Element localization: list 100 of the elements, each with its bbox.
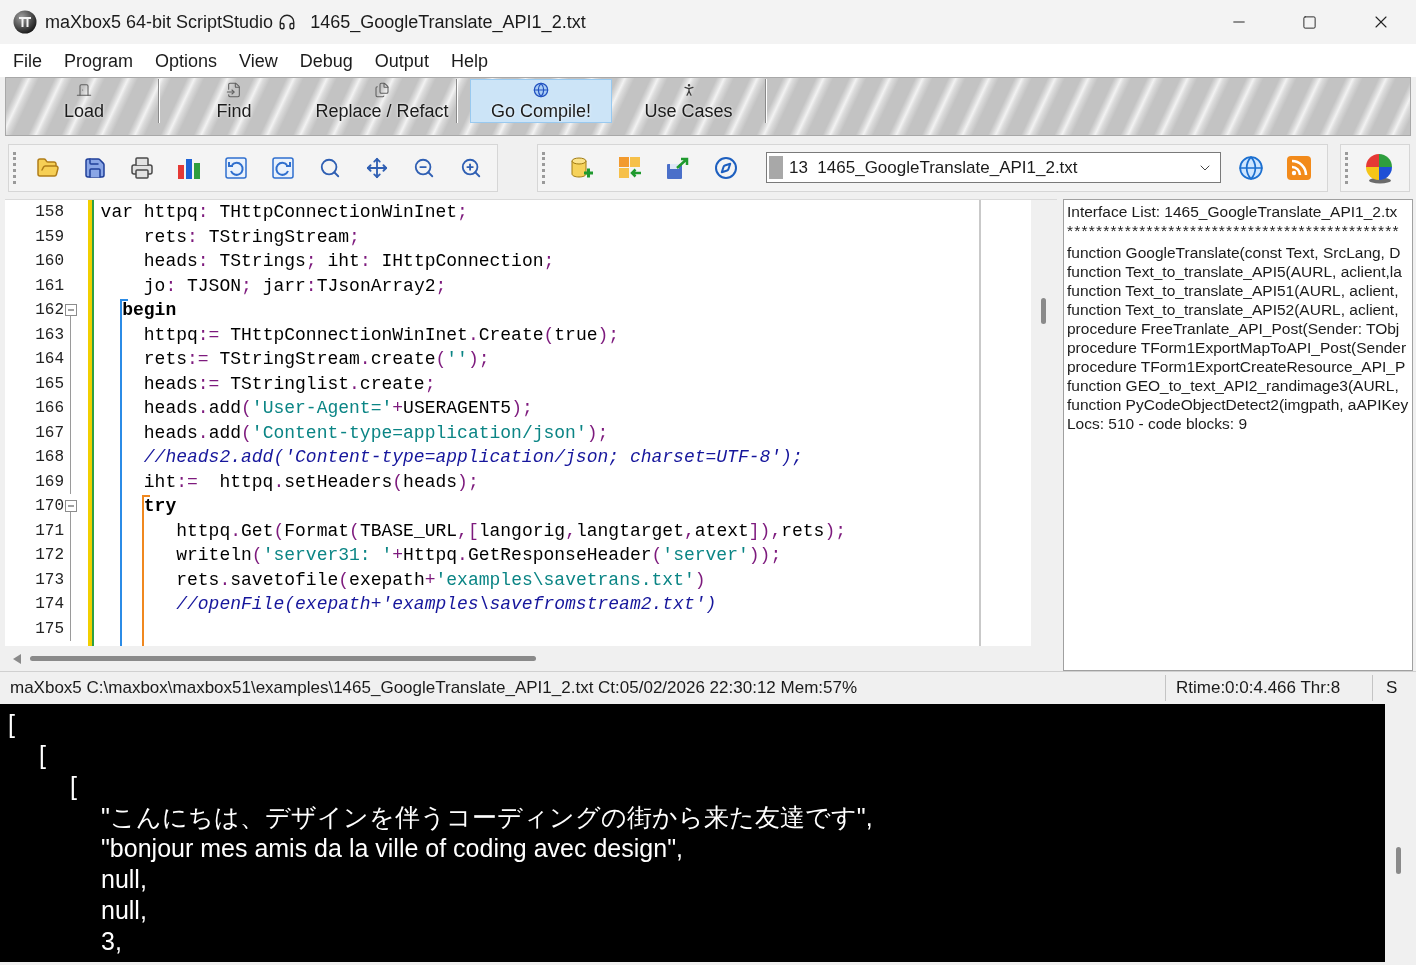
interface-entry: procedure TForm1ExportMapToAPI_Post(Sender — [1067, 338, 1407, 357]
undo-icon[interactable] — [224, 156, 247, 179]
save-icon[interactable] — [82, 155, 107, 180]
separator-stars: ********************************************** — [1067, 221, 1400, 240]
scrollbar-thumb[interactable] — [1396, 847, 1401, 874]
headphones-icon — [278, 13, 297, 31]
line-number: 167 — [35, 422, 64, 443]
menu-item[interactable]: Options — [144, 48, 229, 73]
menu-item[interactable]: Program — [53, 48, 145, 73]
search-icon[interactable] — [318, 156, 341, 179]
status-text: S — [1386, 677, 1398, 699]
interface-entry: function GEO_to_text_API2_randimage3(AURL, — [1067, 376, 1399, 395]
line-number: 160 — [35, 251, 64, 272]
menu-item[interactable]: File — [2, 48, 53, 73]
status-text: Rtime:0:0:4.466 Thr:8 — [1176, 678, 1341, 697]
line-number: 169 — [35, 471, 64, 492]
console-line: null, — [101, 895, 147, 926]
line-number: 172 — [35, 545, 64, 566]
line-number: 168 — [35, 447, 64, 468]
segmented-ball-icon[interactable] — [1363, 151, 1395, 184]
save-arrow-icon[interactable] — [666, 155, 690, 180]
toolbar-button[interactable]: Load — [10, 79, 158, 123]
app-logo-icon — [13, 10, 37, 34]
interface-entry: procedure FreeTranlate_API_Post(Sender: TObj — [1067, 319, 1400, 338]
code-line: httpq.Get(Format(TBASE_URL,[langorig,langtarget,atext]),rets); — [176, 519, 847, 542]
toolbar-button[interactable]: Go Compile! — [470, 79, 612, 123]
tiles-arrow-icon[interactable] — [618, 155, 642, 180]
rss-icon[interactable] — [1287, 155, 1311, 180]
line-number: 161 — [35, 275, 64, 296]
line-number: 170 — [35, 496, 64, 517]
interface-entry: procedure TForm1ExportCreateResource_API_P — [1067, 357, 1406, 376]
zoom-out-icon[interactable] — [412, 156, 435, 179]
console-line: [ — [70, 771, 77, 802]
zoom-in-icon[interactable] — [459, 156, 482, 179]
code-line: try — [143, 495, 177, 518]
toolbar-button[interactable]: Replace / Refact — [308, 79, 456, 123]
console-line: "こんにちは、デザインを伴うコーディングの街から来た友達です", — [101, 802, 873, 833]
scrollbar-thumb[interactable] — [30, 656, 536, 661]
interface-entry: function Text_to_translate_API5(AURL, aclient,la — [1067, 262, 1402, 281]
line-number: 175 — [35, 618, 64, 639]
line-number: 164 — [35, 349, 64, 370]
scrollbar-thumb[interactable] — [1041, 298, 1047, 324]
console-line: null, — [101, 864, 147, 895]
folder-open-icon[interactable] — [35, 155, 60, 180]
toolbar-grip[interactable] — [542, 151, 546, 184]
line-number: 159 — [35, 226, 64, 247]
line-number: 174 — [35, 594, 64, 615]
printer-icon[interactable] — [129, 155, 154, 180]
scroll-left-icon[interactable] — [13, 653, 21, 664]
code-line: heads:= TStringlist.create; — [143, 372, 436, 395]
maximize-icon[interactable] — [1302, 14, 1317, 30]
redo-icon[interactable] — [271, 156, 294, 179]
toolbar-button[interactable]: Find — [160, 79, 308, 123]
window-title: maXbox5 64-bit ScriptStudio — [45, 11, 274, 34]
file-selector-dropdown[interactable]: 13 1465_GoogleTranslate_API1_2.txt — [766, 152, 1221, 183]
interface-entry: function GoogleTranslate(const Text, SrcLang, D — [1067, 243, 1401, 262]
code-line: //heads2.add('Content-type=application/json; charset=UTF-8'); — [143, 446, 803, 469]
line-number: 162 — [35, 300, 64, 321]
menu-item[interactable]: Debug — [288, 48, 364, 73]
menu-item[interactable]: Help — [439, 48, 499, 73]
code-line: writeln('server31: '+Httpq.GetResponseHeader('server')); — [176, 544, 782, 567]
console-line: [ — [8, 709, 15, 740]
globe-icon — [533, 82, 549, 98]
move-arrows-icon[interactable] — [365, 156, 388, 179]
line-number: 158 — [35, 202, 64, 223]
line-number: 165 — [35, 373, 64, 394]
bar-chart-icon[interactable] — [176, 156, 201, 179]
console-line: [ — [39, 740, 46, 771]
globe-icon[interactable] — [1238, 154, 1264, 181]
toolbar-grip[interactable] — [13, 151, 17, 184]
menu-item[interactable]: View — [228, 48, 289, 73]
summary-text: Locs: 510 - code blocks: 9 — [1067, 414, 1248, 433]
toolbar-button[interactable]: Use Cases — [612, 79, 765, 123]
collapse-icon[interactable] — [65, 304, 77, 317]
code-line: rets: TStringStream; — [143, 225, 360, 248]
door-icon — [76, 82, 92, 98]
document-title: 1465_GoogleTranslate_API1_2.txt — [310, 11, 586, 34]
compass-icon[interactable] — [714, 155, 738, 180]
code-line: heads.add('User-Agent='+USERAGENT5); — [143, 397, 533, 420]
code-line: rets.savetofile(exepath+'examples\savetrans.txt') — [176, 568, 706, 591]
code-line: //openFile(exepath+'examples\savefromstream2.txt') — [176, 593, 717, 616]
database-add-icon[interactable] — [570, 155, 594, 180]
code-line: var httpq: THttpConnectionWinInet; — [100, 201, 468, 224]
document-swatch-icon — [769, 156, 783, 179]
line-number: 163 — [35, 324, 64, 345]
code-line: begin — [122, 299, 177, 322]
console-line: "bonjour mes amis da la ville of coding avec design", — [101, 833, 683, 864]
interface-entry: function Text_to_translate_API52(AURL, aclient, — [1067, 300, 1399, 319]
console-line: 3, — [101, 926, 122, 957]
line-number: 171 — [35, 520, 64, 541]
interface-entry: function Text_to_translate_API51(AURL, aclient, — [1067, 281, 1399, 300]
menu-item[interactable]: Output — [363, 48, 440, 73]
toolbar-grip[interactable] — [1345, 151, 1349, 184]
code-line: heads.add('Content-type=application/json'); — [143, 421, 609, 444]
line-number: 166 — [35, 398, 64, 419]
code-line: heads: TStrings; iht: IHttpConnection; — [143, 250, 555, 273]
status-text: maXbox5 C:\maxbox\maxbox51\examples\1465_GoogleTranslate_API1_2.txt Ct:05/02/2026 22:30:12 Mem:57% — [10, 678, 858, 697]
document-arrow-icon — [226, 82, 242, 98]
collapse-icon[interactable] — [65, 500, 77, 513]
documents-icon — [374, 82, 390, 98]
